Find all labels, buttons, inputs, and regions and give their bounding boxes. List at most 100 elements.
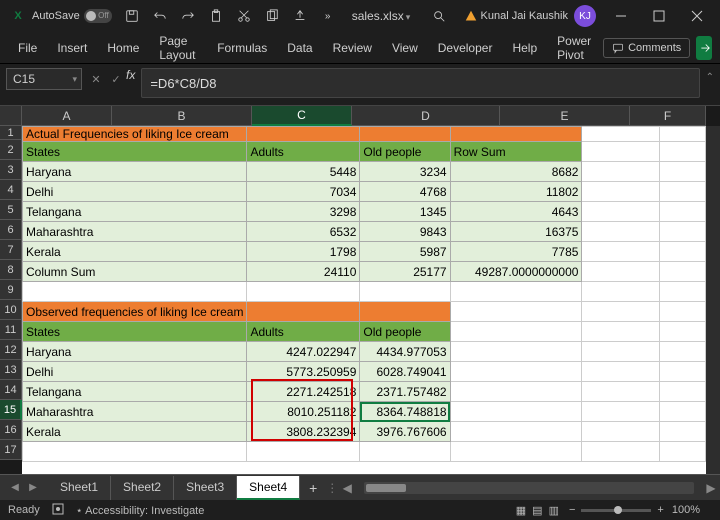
cell-D16[interactable] — [450, 422, 582, 442]
cell-F17[interactable] — [659, 442, 705, 462]
vertical-scrollbar[interactable] — [706, 126, 720, 474]
row-header-16[interactable]: 16 — [0, 420, 22, 440]
cell-B13[interactable]: 5773.250959 — [247, 362, 360, 382]
cell-B3[interactable]: 5448 — [247, 162, 360, 182]
row-header-14[interactable]: 14 — [0, 380, 22, 400]
expand-formula-bar-icon[interactable]: ⌃ — [706, 72, 714, 83]
row-header-2[interactable]: 2 — [0, 140, 22, 160]
cell-A13[interactable]: Delhi — [23, 362, 247, 382]
cell-B16[interactable]: 3808.232394 — [247, 422, 360, 442]
cell-E1[interactable] — [582, 127, 659, 142]
cell-A8[interactable]: Column Sum — [23, 262, 247, 282]
tab-formulas[interactable]: Formulas — [207, 35, 277, 61]
cell-A10[interactable]: Observed frequencies of liking Ice cream — [23, 302, 247, 322]
cell-D9[interactable] — [450, 282, 582, 302]
cell-C17[interactable] — [360, 442, 450, 462]
cell-F7[interactable] — [659, 242, 705, 262]
qat-overflow-icon[interactable]: » — [314, 0, 342, 32]
cancel-formula-icon[interactable]: ✕ — [86, 68, 106, 90]
views-break-icon[interactable]: ▥ — [549, 504, 559, 517]
sheet-tab-sheet1[interactable]: Sheet1 — [48, 476, 111, 500]
enter-formula-icon[interactable]: ✓ — [106, 68, 126, 90]
cell-F6[interactable] — [659, 222, 705, 242]
tab-data[interactable]: Data — [277, 35, 322, 61]
column-header-E[interactable]: E — [500, 106, 630, 126]
copy-icon[interactable] — [258, 0, 286, 32]
cell-D2[interactable]: Row Sum — [450, 142, 582, 162]
cell-A14[interactable]: Telangana — [23, 382, 247, 402]
cell-C3[interactable]: 3234 — [360, 162, 450, 182]
cell-E15[interactable] — [582, 402, 659, 422]
cell-B1[interactable] — [247, 127, 360, 142]
cell-A1[interactable]: Actual Frequencies of liking Ice cream — [23, 127, 247, 142]
cell-A16[interactable]: Kerala — [23, 422, 247, 442]
sheet-nav[interactable]: ◀▶ — [6, 482, 42, 493]
views-normal-icon[interactable]: ▦ — [516, 504, 526, 517]
cell-D15[interactable] — [450, 402, 582, 422]
cell-C15[interactable]: 8364.748818 — [360, 402, 450, 422]
chevron-down-icon[interactable]: ▾ — [72, 74, 77, 85]
tab-home[interactable]: Home — [97, 35, 149, 61]
row-header-7[interactable]: 7 — [0, 240, 22, 260]
cell-C13[interactable]: 6028.749041 — [360, 362, 450, 382]
column-header-C[interactable]: C — [252, 106, 352, 126]
cell-B9[interactable] — [247, 282, 360, 302]
tab-page-layout[interactable]: Page Layout — [149, 28, 207, 68]
maximize-button[interactable] — [640, 0, 678, 32]
cell-F4[interactable] — [659, 182, 705, 202]
cell-B15[interactable]: 8010.251182 — [247, 402, 360, 422]
cell-C7[interactable]: 5987 — [360, 242, 450, 262]
cell-B2[interactable]: Adults — [247, 142, 360, 162]
cell-B6[interactable]: 6532 — [247, 222, 360, 242]
row-header-4[interactable]: 4 — [0, 180, 22, 200]
cell-D10[interactable] — [450, 302, 582, 322]
tab-insert[interactable]: Insert — [47, 35, 97, 61]
tab-power-pivot[interactable]: Power Pivot — [547, 28, 603, 68]
row-header-5[interactable]: 5 — [0, 200, 22, 220]
touch-icon[interactable] — [286, 0, 314, 32]
column-header-D[interactable]: D — [352, 106, 500, 126]
minimize-button[interactable] — [602, 0, 640, 32]
cell-D7[interactable]: 7785 — [450, 242, 582, 262]
cell-E8[interactable] — [582, 262, 659, 282]
row-header-13[interactable]: 13 — [0, 360, 22, 380]
zoom-in-button[interactable]: + — [657, 504, 663, 516]
cell-C2[interactable]: Old people — [360, 142, 450, 162]
cell-B10[interactable] — [247, 302, 360, 322]
cell-B11[interactable]: Adults — [247, 322, 360, 342]
cell-D17[interactable] — [450, 442, 582, 462]
cell-D14[interactable] — [450, 382, 582, 402]
cells-area[interactable]: Actual Frequencies of liking Ice creamSt… — [22, 126, 706, 474]
cell-D5[interactable]: 4643 — [450, 202, 582, 222]
cell-A9[interactable] — [23, 282, 247, 302]
search-icon[interactable] — [425, 0, 453, 32]
cell-E3[interactable] — [582, 162, 659, 182]
cell-E9[interactable] — [582, 282, 659, 302]
save-icon[interactable] — [118, 0, 146, 32]
cell-E16[interactable] — [582, 422, 659, 442]
row-header-11[interactable]: 11 — [0, 320, 22, 340]
cell-A2[interactable]: States — [23, 142, 247, 162]
cell-E7[interactable] — [582, 242, 659, 262]
tab-developer[interactable]: Developer — [428, 35, 503, 61]
formula-input[interactable]: =D6*C8/D8 — [141, 68, 700, 98]
cell-C11[interactable]: Old people — [360, 322, 450, 342]
cell-F16[interactable] — [659, 422, 705, 442]
cell-E6[interactable] — [582, 222, 659, 242]
cell-C8[interactable]: 25177 — [360, 262, 450, 282]
scroll-left-icon[interactable]: ◀ — [338, 481, 356, 495]
name-box[interactable]: C15▾ — [6, 68, 82, 90]
column-header-F[interactable]: F — [630, 106, 706, 126]
cell-E13[interactable] — [582, 362, 659, 382]
cell-A12[interactable]: Haryana — [23, 342, 247, 362]
row-header-8[interactable]: 8 — [0, 260, 22, 280]
cell-D4[interactable]: 11802 — [450, 182, 582, 202]
cell-E5[interactable] — [582, 202, 659, 222]
zoom-slider[interactable] — [581, 509, 651, 512]
cell-D6[interactable]: 16375 — [450, 222, 582, 242]
cell-E11[interactable] — [582, 322, 659, 342]
cell-F15[interactable] — [659, 402, 705, 422]
cell-C4[interactable]: 4768 — [360, 182, 450, 202]
row-header-6[interactable]: 6 — [0, 220, 22, 240]
cell-B8[interactable]: 24110 — [247, 262, 360, 282]
